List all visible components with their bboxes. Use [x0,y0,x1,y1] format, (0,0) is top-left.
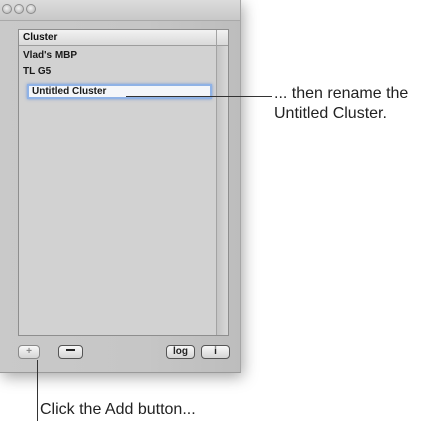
minus-icon [66,349,75,352]
rename-callout-line-2: Untitled Cluster. [274,105,387,122]
rename-callout-text: ... then rename the Untitled Cluster. [274,84,428,124]
cluster-table: Cluster Vlad's MBP TL G5 Untitled Cluste… [18,29,229,336]
scrollbar-header-corner [217,30,228,46]
add-callout-text: Click the Add button... [40,401,196,418]
screenshot-stage: Cluster Vlad's MBP TL G5 Untitled Cluste… [0,0,428,421]
column-header-cluster[interactable]: Cluster [23,32,57,43]
zoom-window-button[interactable] [26,4,36,14]
rename-callout-line [126,96,272,97]
log-button[interactable]: log [166,345,195,359]
add-cluster-button[interactable]: + [18,345,40,359]
rename-callout-line-1: ... then rename the [274,85,409,102]
table-row[interactable]: TL G5 [23,66,51,77]
vertical-scrollbar[interactable] [216,30,228,335]
info-button[interactable]: i [201,345,230,359]
table-row[interactable]: Vlad's MBP [23,50,77,61]
remove-cluster-button[interactable] [58,345,83,359]
cluster-window: Cluster Vlad's MBP TL G5 Untitled Cluste… [0,0,241,373]
close-window-button[interactable] [2,4,12,14]
plus-icon: + [26,346,32,357]
table-header[interactable]: Cluster [19,30,216,46]
title-bar [0,0,240,21]
minimize-window-button[interactable] [14,4,24,14]
add-callout-line [37,360,38,421]
